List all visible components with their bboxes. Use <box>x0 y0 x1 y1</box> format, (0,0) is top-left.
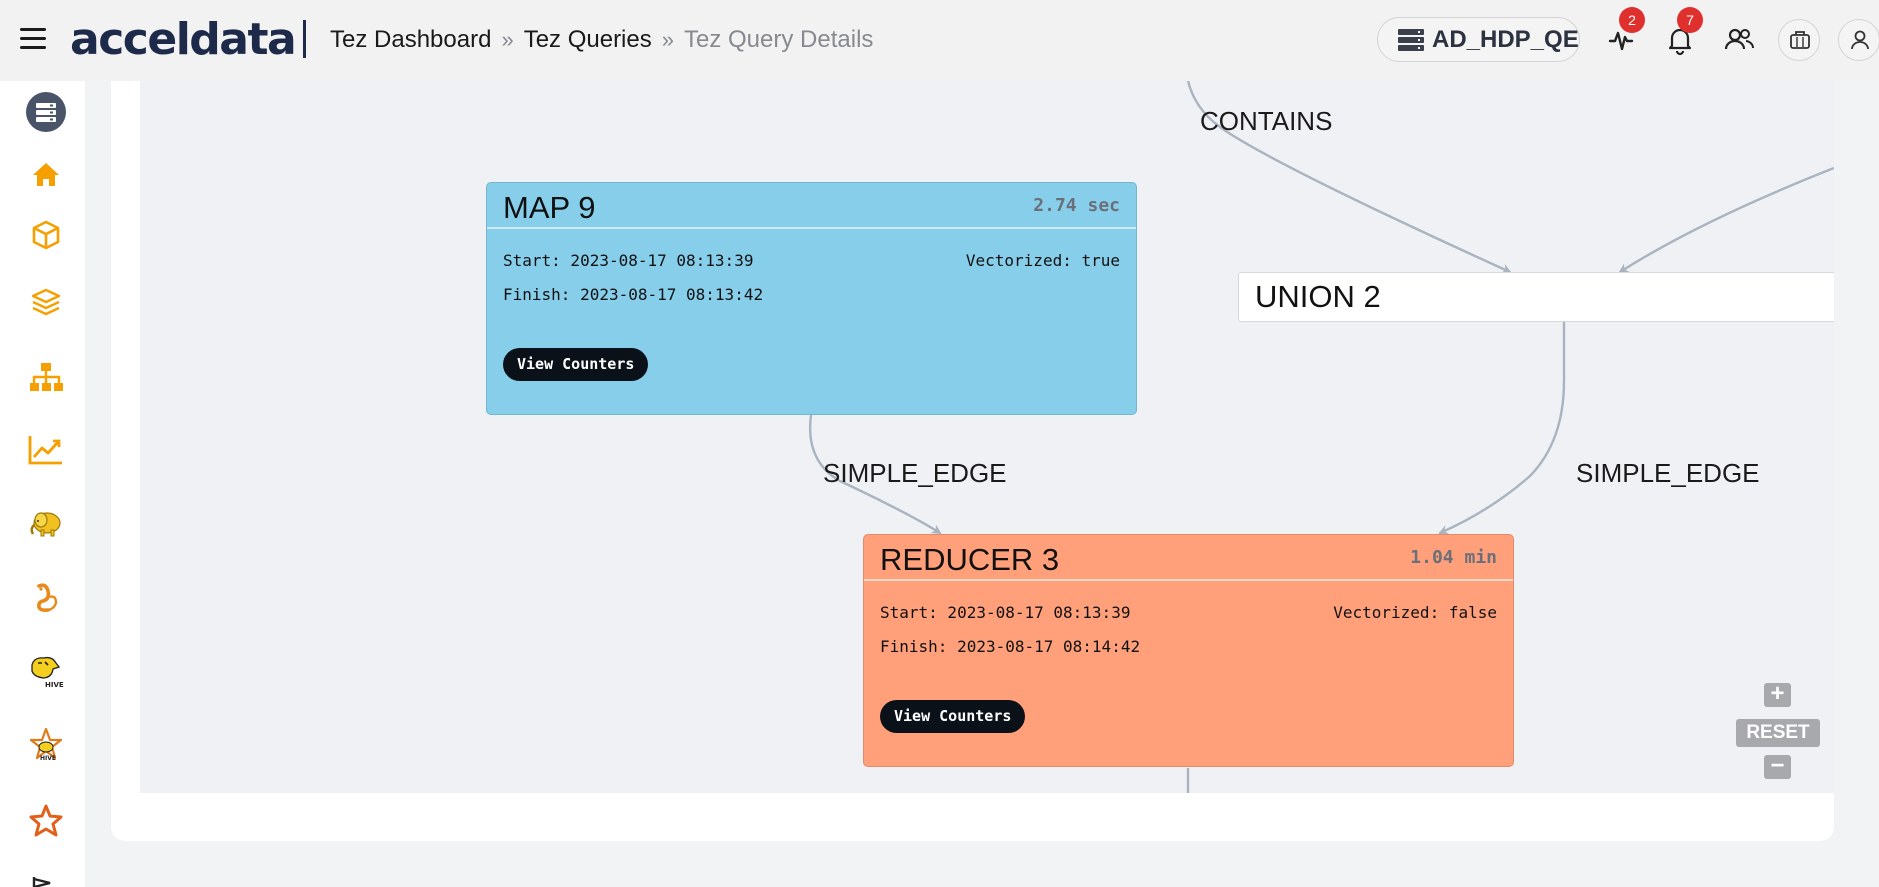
cube-icon[interactable] <box>26 215 66 255</box>
star-hive-icon[interactable]: HIVE <box>26 725 66 765</box>
bell-icon[interactable]: 7 <box>1660 7 1703 60</box>
database-icon <box>1398 29 1424 51</box>
sidebar: HIVE HIVE <box>0 81 85 887</box>
reducer-node[interactable]: REDUCER 3 1.04 min Start: 2023-08-17 08:… <box>863 534 1514 767</box>
node-duration: 1.04 min <box>1410 547 1497 568</box>
zoom-out-button[interactable]: − <box>1764 754 1791 779</box>
user-icon[interactable] <box>1838 19 1879 61</box>
pulse-icon[interactable]: 2 <box>1601 7 1645 60</box>
chart-line-icon[interactable] <box>26 430 66 470</box>
node-header: REDUCER 3 1.04 min <box>864 535 1513 581</box>
edge-union-to-reducer <box>1438 322 1566 535</box>
alerts-badge: 2 <box>1619 7 1645 33</box>
node-title: REDUCER 3 <box>880 542 1060 577</box>
dag-canvas[interactable]: CONTAINS SIMPLE_EDGE SIMPLE_EDGE UNION 2… <box>140 81 1834 793</box>
node-start-time: Start: 2023-08-17 08:13:39 <box>503 251 754 270</box>
breadcrumb-separator: » <box>501 27 514 52</box>
star-icon[interactable] <box>26 801 66 841</box>
logo-divider <box>303 20 306 58</box>
reset-zoom-button[interactable]: RESET <box>1736 719 1820 747</box>
cluster-selector[interactable]: AD_HDP_QE <box>1377 17 1580 62</box>
edge-label-contains: CONTAINS <box>1200 106 1333 136</box>
node-header: MAP 9 2.74 sec <box>487 183 1136 229</box>
node-duration: 2.74 sec <box>1033 195 1120 216</box>
breadcrumb-tez-dashboard[interactable]: Tez Dashboard <box>330 26 491 53</box>
node-vectorized: Vectorized: false <box>1333 603 1497 622</box>
notifications-badge: 7 <box>1677 7 1703 33</box>
briefcase-icon[interactable] <box>1778 19 1820 61</box>
node-vectorized: Vectorized: true <box>965 251 1120 270</box>
flag-icon[interactable] <box>26 873 66 887</box>
cluster-name: AD_HDP_QE <box>1432 26 1579 53</box>
zoom-in-button[interactable]: + <box>1764 682 1791 707</box>
squirrel-icon[interactable] <box>26 577 66 617</box>
node-finish-time: Finish: 2023-08-17 08:13:42 <box>503 285 764 304</box>
edge-union-right <box>1618 166 1834 274</box>
breadcrumb-separator: » <box>661 27 674 52</box>
hive-icon[interactable]: HIVE <box>26 651 66 691</box>
home-icon[interactable] <box>26 154 66 194</box>
server-icon[interactable] <box>26 92 66 132</box>
breadcrumb-tez-query-details: Tez Query Details <box>684 26 874 53</box>
edge-label-simple-edge: SIMPLE_EDGE <box>1576 458 1760 488</box>
view-counters-button[interactable]: View Counters <box>880 700 1026 733</box>
sitemap-icon[interactable] <box>26 357 66 397</box>
node-finish-time: Finish: 2023-08-17 08:14:42 <box>880 637 1141 656</box>
logo: acceldata <box>70 14 297 65</box>
node-start-time: Start: 2023-08-17 08:13:39 <box>880 603 1131 622</box>
layers-icon[interactable] <box>26 282 66 322</box>
view-counters-button[interactable]: View Counters <box>503 348 649 381</box>
svg-text:HIVE: HIVE <box>45 681 64 689</box>
users-icon[interactable] <box>1719 20 1759 60</box>
node-title: UNION 2 <box>1255 279 1381 314</box>
breadcrumb: Tez Dashboard » Tez Queries » Tez Query Deta… <box>330 24 873 56</box>
breadcrumb-tez-queries[interactable]: Tez Queries <box>524 26 652 53</box>
top-bar: acceldata Tez Dashboard» Tez Queries» Tez … <box>0 0 1879 81</box>
node-title: MAP 9 <box>503 190 596 225</box>
union-node[interactable]: UNION 2 <box>1238 272 1834 322</box>
hadoop-elephant-icon[interactable] <box>26 503 66 543</box>
edge-label-simple-edge: SIMPLE_EDGE <box>823 458 1007 488</box>
svg-text:HIVE: HIVE <box>40 755 56 762</box>
map-node[interactable]: MAP 9 2.74 sec Start: 2023-08-17 08:13:3… <box>486 182 1137 415</box>
menu-icon[interactable] <box>20 28 46 52</box>
